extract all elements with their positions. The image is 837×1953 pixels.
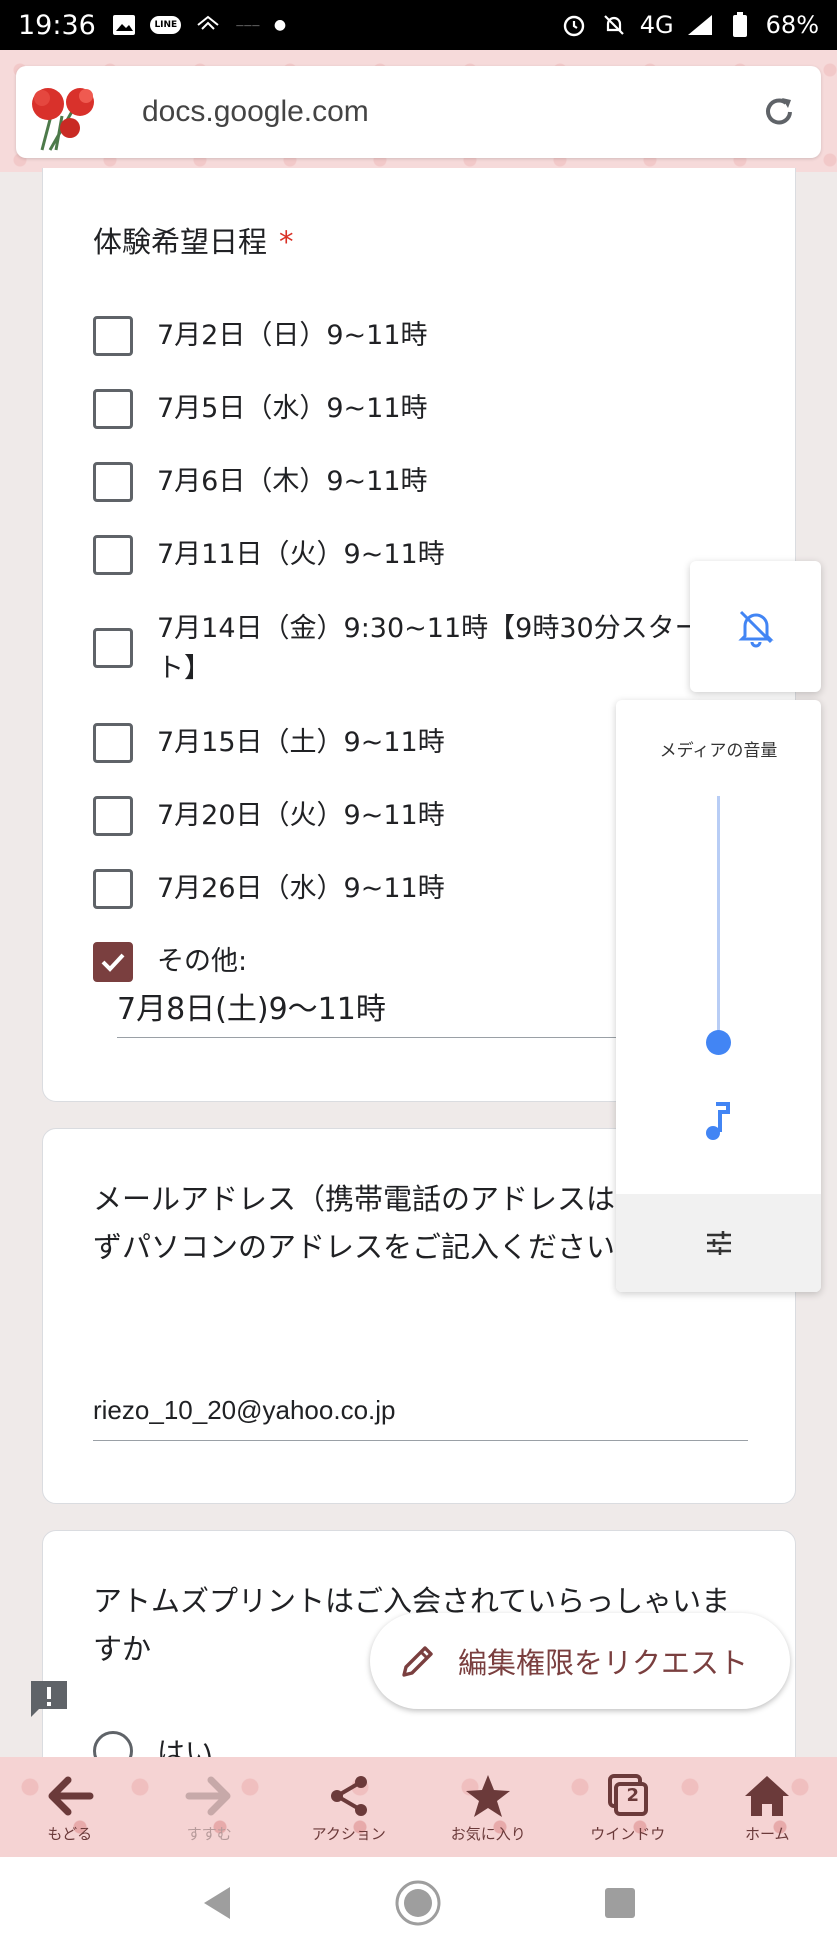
checkbox-option[interactable]: 7月2日（日）9~11時 bbox=[93, 316, 717, 356]
checkbox[interactable] bbox=[93, 389, 133, 429]
volume-slider-track[interactable] bbox=[717, 796, 720, 1042]
check-icon bbox=[101, 953, 125, 972]
email-field[interactable]: riezo_10_20@yahoo.co.jp bbox=[93, 1389, 748, 1441]
checkbox-option[interactable]: 7月6日（木）9~11時 bbox=[93, 462, 717, 502]
action-button[interactable]: アクション bbox=[279, 1757, 419, 1857]
media-volume-panel: メディアの音量 bbox=[616, 700, 821, 1292]
signal-icon bbox=[686, 11, 714, 39]
address-bar[interactable]: docs.google.com bbox=[16, 66, 821, 158]
status-bar: 19:36 LINE ——— ● 4G 68% bbox=[0, 0, 837, 50]
home-button[interactable]: ホーム bbox=[698, 1757, 837, 1857]
app-notification-icon bbox=[194, 11, 222, 39]
arrow-left-icon bbox=[46, 1771, 94, 1821]
reload-icon[interactable] bbox=[759, 92, 799, 132]
arrow-right-icon bbox=[185, 1771, 233, 1821]
favorites-button[interactable]: お気に入り bbox=[419, 1757, 559, 1857]
window-count-badge: 2 bbox=[626, 1784, 640, 1806]
checkbox[interactable] bbox=[93, 796, 133, 836]
forward-button[interactable]: すすむ bbox=[140, 1757, 280, 1857]
request-edit-access-button[interactable]: 編集権限をリクエスト bbox=[370, 1613, 790, 1709]
browser-bottom-toolbar: もどる すすむ アクション お気に入り 2 ウインドウ ホーム bbox=[0, 1757, 837, 1857]
sound-settings-button[interactable] bbox=[616, 1194, 821, 1292]
ringer-mute-toggle[interactable] bbox=[690, 561, 821, 692]
battery-level: 68% bbox=[765, 11, 819, 39]
star-icon bbox=[464, 1771, 512, 1821]
checkbox[interactable] bbox=[93, 535, 133, 575]
nav-back-icon[interactable] bbox=[200, 1885, 234, 1925]
required-mark: * bbox=[279, 225, 294, 259]
checkbox[interactable] bbox=[93, 316, 133, 356]
pencil-icon bbox=[402, 1646, 433, 1677]
checkbox-option[interactable]: 7月11日（火）9~11時 bbox=[93, 535, 717, 575]
windows-icon: 2 bbox=[606, 1771, 650, 1821]
checkbox-option[interactable]: 7月14日（金）9:30~11時【9時30分スタート】 bbox=[93, 609, 717, 689]
network-type: 4G bbox=[639, 11, 674, 39]
mute-bell-icon bbox=[737, 610, 774, 647]
checkbox[interactable] bbox=[93, 628, 133, 668]
more-notifications-dot-icon: ● bbox=[273, 17, 287, 33]
equalizer-icon bbox=[706, 1231, 731, 1255]
alarm-icon bbox=[560, 11, 588, 39]
browser-toolbar: docs.google.com bbox=[0, 50, 837, 172]
battery-icon bbox=[726, 11, 754, 39]
volume-slider-thumb[interactable] bbox=[706, 1029, 731, 1055]
checkbox[interactable] bbox=[93, 869, 133, 909]
mute-bell-icon bbox=[600, 11, 628, 39]
share-icon bbox=[327, 1771, 371, 1821]
back-button[interactable]: もどる bbox=[0, 1757, 140, 1857]
url-text: docs.google.com bbox=[142, 95, 369, 128]
home-icon bbox=[743, 1771, 791, 1821]
checkbox[interactable] bbox=[93, 462, 133, 502]
system-navigation-bar bbox=[0, 1857, 837, 1953]
volume-title: メディアの音量 bbox=[659, 741, 778, 761]
windows-button[interactable]: 2 ウインドウ bbox=[558, 1757, 698, 1857]
status-time: 19:36 bbox=[18, 9, 96, 41]
line-app-icon: LINE bbox=[150, 11, 182, 39]
question-title: 体験希望日程 * bbox=[93, 225, 294, 259]
carnation-logo-icon bbox=[16, 66, 112, 158]
checkbox[interactable] bbox=[93, 723, 133, 763]
checkbox-option[interactable]: 7月5日（水）9~11時 bbox=[93, 389, 717, 429]
feedback-icon[interactable] bbox=[28, 1678, 70, 1720]
checkbox-checked[interactable] bbox=[93, 942, 133, 982]
nav-home-icon[interactable] bbox=[394, 1879, 442, 1931]
music-note-icon bbox=[616, 1100, 821, 1142]
other-text-input[interactable]: 7月8日(土)9〜11時 bbox=[117, 988, 647, 1038]
notification-text-icon: ——— bbox=[235, 20, 260, 30]
gallery-icon bbox=[110, 11, 138, 39]
nav-recents-icon[interactable] bbox=[603, 1886, 637, 1924]
